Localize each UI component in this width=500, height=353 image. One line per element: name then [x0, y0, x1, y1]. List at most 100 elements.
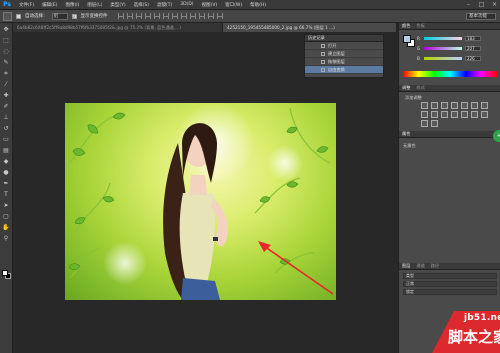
menu-view[interactable]: 视图(V) — [198, 2, 222, 8]
tab-color[interactable]: 颜色 — [402, 23, 410, 29]
healing-brush-tool-icon[interactable]: ✚ — [2, 91, 11, 100]
red-value[interactable]: 183 — [465, 35, 481, 41]
brush-tool-icon[interactable]: ✐ — [2, 102, 11, 111]
maximize-icon[interactable]: □ — [478, 1, 485, 8]
tab-styles[interactable]: 样式 — [416, 85, 424, 91]
menu-window[interactable]: 窗口(W) — [221, 2, 246, 8]
hue-saturation-icon[interactable] — [471, 102, 478, 109]
blue-slider[interactable]: B 226 — [417, 55, 497, 61]
shape-tool-icon[interactable]: ▢ — [2, 212, 11, 221]
distribute-middle-icon[interactable] — [180, 13, 187, 19]
tab-paths[interactable]: 路径 — [431, 263, 439, 269]
auto-select-dropdown[interactable]: 组 — [51, 12, 68, 20]
menu-filter[interactable]: 滤镜(T) — [153, 2, 176, 8]
green-slider[interactable]: G 207 — [417, 45, 497, 51]
distribute-top-icon[interactable] — [171, 13, 178, 19]
align-center-icon[interactable] — [153, 13, 160, 19]
curves-icon[interactable] — [441, 102, 448, 109]
quick-select-tool-icon[interactable]: ✎ — [2, 58, 11, 67]
menu-file[interactable]: 文件(F) — [15, 2, 38, 8]
menu-select[interactable]: 选择(S) — [130, 2, 153, 8]
pen-tool-icon[interactable]: ✒ — [2, 179, 11, 188]
align-top-icon[interactable] — [117, 13, 124, 19]
red-track[interactable] — [424, 36, 462, 40]
hand-tool-icon[interactable]: ✋ — [2, 223, 11, 232]
invert-icon[interactable] — [461, 111, 468, 118]
foreground-color-chip[interactable] — [403, 35, 411, 43]
lock-row[interactable]: 锁定 — [403, 289, 497, 295]
crop-tool-icon[interactable]: ⌗ — [2, 69, 11, 78]
path-select-tool-icon[interactable]: ➤ — [2, 201, 11, 210]
type-tool-icon[interactable]: T — [2, 190, 11, 199]
black-white-icon[interactable] — [421, 111, 428, 118]
history-tab[interactable]: 历史记录 — [308, 35, 325, 41]
document-tab-1[interactable]: 6a4b82c6/t8ff2c5ff9a8d98b57f6fb3375085f2… — [13, 23, 223, 32]
move-tool-icon[interactable] — [3, 11, 12, 21]
threshold-icon[interactable] — [481, 111, 488, 118]
blend-mode-row[interactable]: 正常 — [403, 281, 497, 287]
auto-select-checkbox[interactable] — [16, 13, 21, 19]
tab-adjustments[interactable]: 调整 — [402, 85, 410, 91]
workspace-dropdown[interactable]: 基本功能 — [466, 13, 496, 20]
history-item[interactable]: 拖移图层 — [305, 58, 383, 66]
selective-color-icon[interactable] — [431, 120, 438, 127]
close-icon[interactable]: × — [491, 1, 498, 8]
align-bottom-icon[interactable] — [135, 13, 142, 19]
levels-icon[interactable] — [431, 102, 438, 109]
blue-track[interactable] — [424, 56, 462, 60]
menu-edit[interactable]: 编辑(E) — [38, 2, 61, 8]
distribute-bottom-icon[interactable] — [189, 13, 196, 19]
dodge-tool-icon[interactable]: ● — [2, 168, 11, 177]
menu-type[interactable]: 类型(Y) — [106, 2, 129, 8]
blur-tool-icon[interactable]: ◆ — [2, 157, 11, 166]
tab-channels[interactable]: 通道 — [416, 263, 424, 269]
green-track[interactable] — [424, 46, 462, 50]
distribute-right-icon[interactable] — [216, 13, 223, 19]
posterize-icon[interactable] — [471, 111, 478, 118]
eyedropper-tool-icon[interactable]: ⁄ — [2, 80, 11, 89]
tab-layers[interactable]: 图层 — [402, 263, 410, 269]
align-right-icon[interactable] — [162, 13, 169, 19]
clone-stamp-tool-icon[interactable]: ⊥ — [2, 113, 11, 122]
color-balance-icon[interactable] — [481, 102, 488, 109]
tab-properties[interactable]: 属性 — [402, 131, 410, 137]
zoom-tool-icon[interactable]: ⚲ — [2, 234, 11, 243]
lasso-tool-icon[interactable]: ◌ — [2, 47, 11, 56]
side-float-button[interactable]: + — [493, 130, 500, 142]
brightness-contrast-icon[interactable] — [421, 102, 428, 109]
color-lookup-icon[interactable] — [451, 111, 458, 118]
menu-3d[interactable]: 3D(D) — [176, 2, 197, 7]
distribute-center-icon[interactable] — [207, 13, 214, 19]
menu-help[interactable]: 帮助(H) — [246, 2, 270, 8]
channel-mixer-icon[interactable] — [441, 111, 448, 118]
document-tab-2[interactable]: 4252150_195455485000_2.jpg @ 66.7% (图层 1… — [223, 23, 397, 32]
gradient-map-icon[interactable] — [421, 120, 428, 127]
properties-panel-header: 属性 — [399, 131, 500, 138]
minimize-icon[interactable]: – — [465, 1, 472, 8]
gradient-tool-icon[interactable]: ▤ — [2, 146, 11, 155]
menu-image[interactable]: 图像(I) — [61, 2, 83, 8]
color-swatches[interactable] — [2, 270, 12, 280]
exposure-icon[interactable] — [451, 102, 458, 109]
align-middle-icon[interactable] — [126, 13, 133, 19]
green-value[interactable]: 207 — [465, 45, 481, 51]
tab-swatches[interactable]: 色板 — [416, 23, 424, 29]
red-slider[interactable]: R 183 — [417, 35, 497, 41]
blue-value[interactable]: 226 — [465, 55, 481, 61]
eraser-tool-icon[interactable]: ▭ — [2, 135, 11, 144]
foreground-color-swatch[interactable] — [2, 270, 8, 276]
menu-layer[interactable]: 图层(L) — [83, 2, 106, 8]
distribute-left-icon[interactable] — [198, 13, 205, 19]
vibrance-icon[interactable] — [461, 102, 468, 109]
history-item[interactable]: 建立图层 — [305, 50, 383, 58]
history-item[interactable]: 打开 — [305, 42, 383, 50]
color-spectrum-bar[interactable] — [403, 71, 497, 77]
photo-filter-icon[interactable] — [431, 111, 438, 118]
history-brush-tool-icon[interactable]: ↺ — [2, 124, 11, 133]
show-transform-checkbox[interactable]: ✓ — [71, 13, 77, 19]
history-item-active[interactable]: 自由变换 — [305, 66, 383, 74]
marquee-tool-icon[interactable]: ⬚ — [2, 36, 11, 45]
move-tool-icon[interactable]: ✥ — [2, 25, 11, 34]
align-left-icon[interactable] — [144, 13, 151, 19]
layer-filter-row[interactable]: 类型 — [403, 273, 497, 279]
